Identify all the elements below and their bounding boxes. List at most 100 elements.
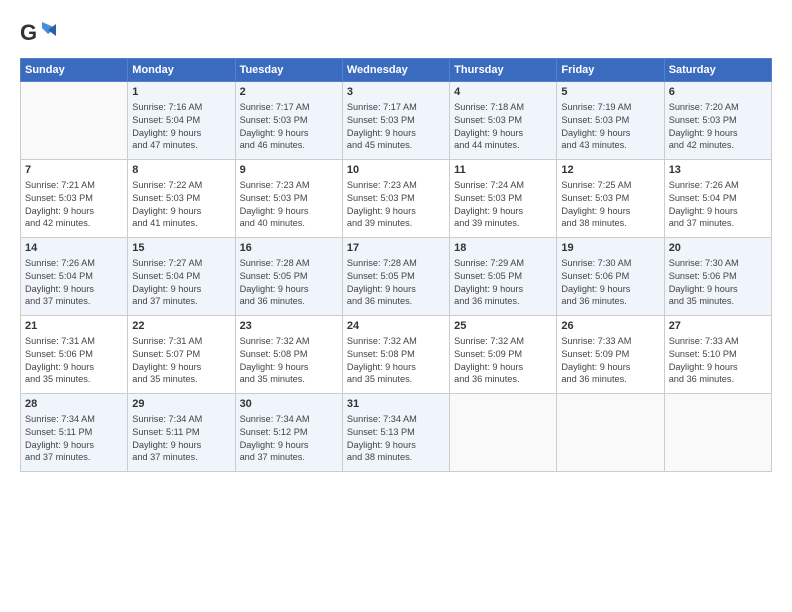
day-number: 3	[347, 85, 445, 100]
day-number: 16	[240, 241, 338, 256]
calendar-cell: 30Sunrise: 7:34 AM Sunset: 5:12 PM Dayli…	[235, 394, 342, 472]
calendar-cell: 24Sunrise: 7:32 AM Sunset: 5:08 PM Dayli…	[342, 316, 449, 394]
day-info: Sunrise: 7:29 AM Sunset: 5:05 PM Dayligh…	[454, 257, 552, 309]
calendar-cell: 17Sunrise: 7:28 AM Sunset: 5:05 PM Dayli…	[342, 238, 449, 316]
day-number: 19	[561, 241, 659, 256]
calendar-cell: 2Sunrise: 7:17 AM Sunset: 5:03 PM Daylig…	[235, 82, 342, 160]
calendar-cell: 19Sunrise: 7:30 AM Sunset: 5:06 PM Dayli…	[557, 238, 664, 316]
calendar-cell: 3Sunrise: 7:17 AM Sunset: 5:03 PM Daylig…	[342, 82, 449, 160]
day-info: Sunrise: 7:22 AM Sunset: 5:03 PM Dayligh…	[132, 179, 230, 231]
day-number: 22	[132, 319, 230, 334]
day-number: 26	[561, 319, 659, 334]
day-number: 11	[454, 163, 552, 178]
day-number: 24	[347, 319, 445, 334]
day-number: 30	[240, 397, 338, 412]
weekday-header-sunday: Sunday	[21, 59, 128, 82]
calendar-cell	[21, 82, 128, 160]
day-info: Sunrise: 7:34 AM Sunset: 5:13 PM Dayligh…	[347, 413, 445, 465]
day-number: 27	[669, 319, 767, 334]
calendar-cell	[450, 394, 557, 472]
calendar-cell: 22Sunrise: 7:31 AM Sunset: 5:07 PM Dayli…	[128, 316, 235, 394]
day-info: Sunrise: 7:34 AM Sunset: 5:11 PM Dayligh…	[25, 413, 123, 465]
weekday-header-monday: Monday	[128, 59, 235, 82]
day-number: 5	[561, 85, 659, 100]
day-number: 20	[669, 241, 767, 256]
day-info: Sunrise: 7:31 AM Sunset: 5:07 PM Dayligh…	[132, 335, 230, 387]
day-info: Sunrise: 7:33 AM Sunset: 5:10 PM Dayligh…	[669, 335, 767, 387]
day-number: 7	[25, 163, 123, 178]
calendar-cell: 7Sunrise: 7:21 AM Sunset: 5:03 PM Daylig…	[21, 160, 128, 238]
calendar-cell: 26Sunrise: 7:33 AM Sunset: 5:09 PM Dayli…	[557, 316, 664, 394]
day-info: Sunrise: 7:24 AM Sunset: 5:03 PM Dayligh…	[454, 179, 552, 231]
day-info: Sunrise: 7:28 AM Sunset: 5:05 PM Dayligh…	[347, 257, 445, 309]
day-info: Sunrise: 7:30 AM Sunset: 5:06 PM Dayligh…	[669, 257, 767, 309]
day-info: Sunrise: 7:32 AM Sunset: 5:09 PM Dayligh…	[454, 335, 552, 387]
calendar-cell: 4Sunrise: 7:18 AM Sunset: 5:03 PM Daylig…	[450, 82, 557, 160]
calendar-cell: 31Sunrise: 7:34 AM Sunset: 5:13 PM Dayli…	[342, 394, 449, 472]
day-number: 29	[132, 397, 230, 412]
day-info: Sunrise: 7:23 AM Sunset: 5:03 PM Dayligh…	[240, 179, 338, 231]
day-info: Sunrise: 7:32 AM Sunset: 5:08 PM Dayligh…	[240, 335, 338, 387]
weekday-header-wednesday: Wednesday	[342, 59, 449, 82]
calendar-cell: 14Sunrise: 7:26 AM Sunset: 5:04 PM Dayli…	[21, 238, 128, 316]
calendar-table: SundayMondayTuesdayWednesdayThursdayFrid…	[20, 58, 772, 472]
day-info: Sunrise: 7:32 AM Sunset: 5:08 PM Dayligh…	[347, 335, 445, 387]
calendar-cell: 9Sunrise: 7:23 AM Sunset: 5:03 PM Daylig…	[235, 160, 342, 238]
day-number: 6	[669, 85, 767, 100]
calendar-cell: 15Sunrise: 7:27 AM Sunset: 5:04 PM Dayli…	[128, 238, 235, 316]
calendar-cell: 20Sunrise: 7:30 AM Sunset: 5:06 PM Dayli…	[664, 238, 771, 316]
weekday-header-friday: Friday	[557, 59, 664, 82]
day-info: Sunrise: 7:21 AM Sunset: 5:03 PM Dayligh…	[25, 179, 123, 231]
day-info: Sunrise: 7:19 AM Sunset: 5:03 PM Dayligh…	[561, 101, 659, 153]
logo-icon: G	[20, 18, 56, 50]
calendar-cell: 29Sunrise: 7:34 AM Sunset: 5:11 PM Dayli…	[128, 394, 235, 472]
calendar-cell: 23Sunrise: 7:32 AM Sunset: 5:08 PM Dayli…	[235, 316, 342, 394]
day-number: 31	[347, 397, 445, 412]
calendar-cell: 18Sunrise: 7:29 AM Sunset: 5:05 PM Dayli…	[450, 238, 557, 316]
day-info: Sunrise: 7:25 AM Sunset: 5:03 PM Dayligh…	[561, 179, 659, 231]
weekday-header-saturday: Saturday	[664, 59, 771, 82]
day-info: Sunrise: 7:20 AM Sunset: 5:03 PM Dayligh…	[669, 101, 767, 153]
day-number: 12	[561, 163, 659, 178]
day-number: 18	[454, 241, 552, 256]
day-info: Sunrise: 7:26 AM Sunset: 5:04 PM Dayligh…	[669, 179, 767, 231]
day-info: Sunrise: 7:34 AM Sunset: 5:12 PM Dayligh…	[240, 413, 338, 465]
day-number: 4	[454, 85, 552, 100]
calendar-cell	[664, 394, 771, 472]
calendar-cell: 12Sunrise: 7:25 AM Sunset: 5:03 PM Dayli…	[557, 160, 664, 238]
day-number: 23	[240, 319, 338, 334]
day-info: Sunrise: 7:31 AM Sunset: 5:06 PM Dayligh…	[25, 335, 123, 387]
weekday-header-tuesday: Tuesday	[235, 59, 342, 82]
calendar-cell: 25Sunrise: 7:32 AM Sunset: 5:09 PM Dayli…	[450, 316, 557, 394]
day-number: 13	[669, 163, 767, 178]
day-info: Sunrise: 7:28 AM Sunset: 5:05 PM Dayligh…	[240, 257, 338, 309]
day-info: Sunrise: 7:30 AM Sunset: 5:06 PM Dayligh…	[561, 257, 659, 309]
page: G Blue SundayMondayTuesdayWednesdayThurs…	[0, 0, 792, 612]
day-info: Sunrise: 7:27 AM Sunset: 5:04 PM Dayligh…	[132, 257, 230, 309]
day-number: 21	[25, 319, 123, 334]
day-number: 14	[25, 241, 123, 256]
calendar-cell: 8Sunrise: 7:22 AM Sunset: 5:03 PM Daylig…	[128, 160, 235, 238]
calendar-cell	[557, 394, 664, 472]
day-info: Sunrise: 7:16 AM Sunset: 5:04 PM Dayligh…	[132, 101, 230, 153]
day-number: 17	[347, 241, 445, 256]
day-number: 8	[132, 163, 230, 178]
day-info: Sunrise: 7:34 AM Sunset: 5:11 PM Dayligh…	[132, 413, 230, 465]
weekday-header-thursday: Thursday	[450, 59, 557, 82]
day-number: 1	[132, 85, 230, 100]
calendar-cell: 13Sunrise: 7:26 AM Sunset: 5:04 PM Dayli…	[664, 160, 771, 238]
calendar-cell: 27Sunrise: 7:33 AM Sunset: 5:10 PM Dayli…	[664, 316, 771, 394]
calendar-cell: 5Sunrise: 7:19 AM Sunset: 5:03 PM Daylig…	[557, 82, 664, 160]
svg-text:G: G	[20, 20, 37, 45]
calendar-cell: 11Sunrise: 7:24 AM Sunset: 5:03 PM Dayli…	[450, 160, 557, 238]
calendar-cell: 16Sunrise: 7:28 AM Sunset: 5:05 PM Dayli…	[235, 238, 342, 316]
day-number: 15	[132, 241, 230, 256]
calendar-cell: 10Sunrise: 7:23 AM Sunset: 5:03 PM Dayli…	[342, 160, 449, 238]
day-info: Sunrise: 7:18 AM Sunset: 5:03 PM Dayligh…	[454, 101, 552, 153]
calendar-cell: 21Sunrise: 7:31 AM Sunset: 5:06 PM Dayli…	[21, 316, 128, 394]
calendar-cell: 1Sunrise: 7:16 AM Sunset: 5:04 PM Daylig…	[128, 82, 235, 160]
day-info: Sunrise: 7:17 AM Sunset: 5:03 PM Dayligh…	[240, 101, 338, 153]
day-number: 9	[240, 163, 338, 178]
day-info: Sunrise: 7:17 AM Sunset: 5:03 PM Dayligh…	[347, 101, 445, 153]
day-info: Sunrise: 7:26 AM Sunset: 5:04 PM Dayligh…	[25, 257, 123, 309]
